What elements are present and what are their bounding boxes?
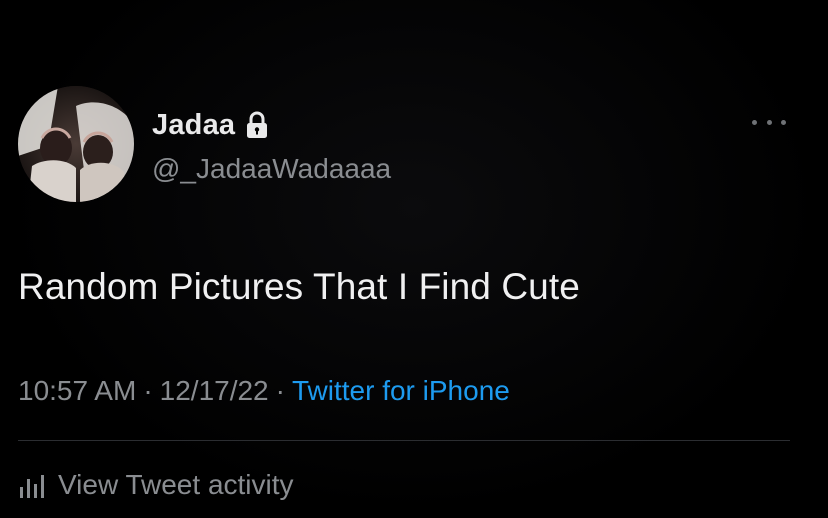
tweet-time[interactable]: 10:57 AM	[18, 375, 136, 406]
more-dot	[752, 119, 757, 125]
lock-icon	[245, 111, 269, 139]
more-horizontal-icon[interactable]	[752, 116, 786, 128]
tweet-text: Random Pictures That I Find Cute	[18, 266, 580, 307]
display-name-row[interactable]: Jadaa	[152, 108, 269, 142]
tweet-source-link[interactable]: Twitter for iPhone	[292, 375, 510, 406]
divider	[18, 440, 790, 441]
avatar-photo	[18, 86, 134, 202]
tweet-detail-screen: Jadaa @_JadaaWadaaaa Random Pictures Tha…	[0, 0, 828, 518]
tweet-date[interactable]: 12/17/22	[160, 375, 269, 406]
bar-chart-icon	[18, 472, 46, 498]
view-tweet-activity-button[interactable]: View Tweet activity	[18, 467, 294, 503]
meta-separator: ·	[275, 375, 285, 406]
tweet-meta: 10:57 AM · 12/17/22 · Twitter for iPhone	[18, 373, 510, 409]
user-handle[interactable]: @_JadaaWadaaaa	[152, 152, 391, 186]
view-tweet-activity-label: View Tweet activity	[58, 469, 294, 500]
meta-separator: ·	[143, 375, 153, 406]
more-dot	[781, 119, 786, 125]
display-name[interactable]: Jadaa	[152, 108, 235, 142]
more-dot	[766, 119, 772, 125]
avatar[interactable]	[18, 86, 134, 202]
